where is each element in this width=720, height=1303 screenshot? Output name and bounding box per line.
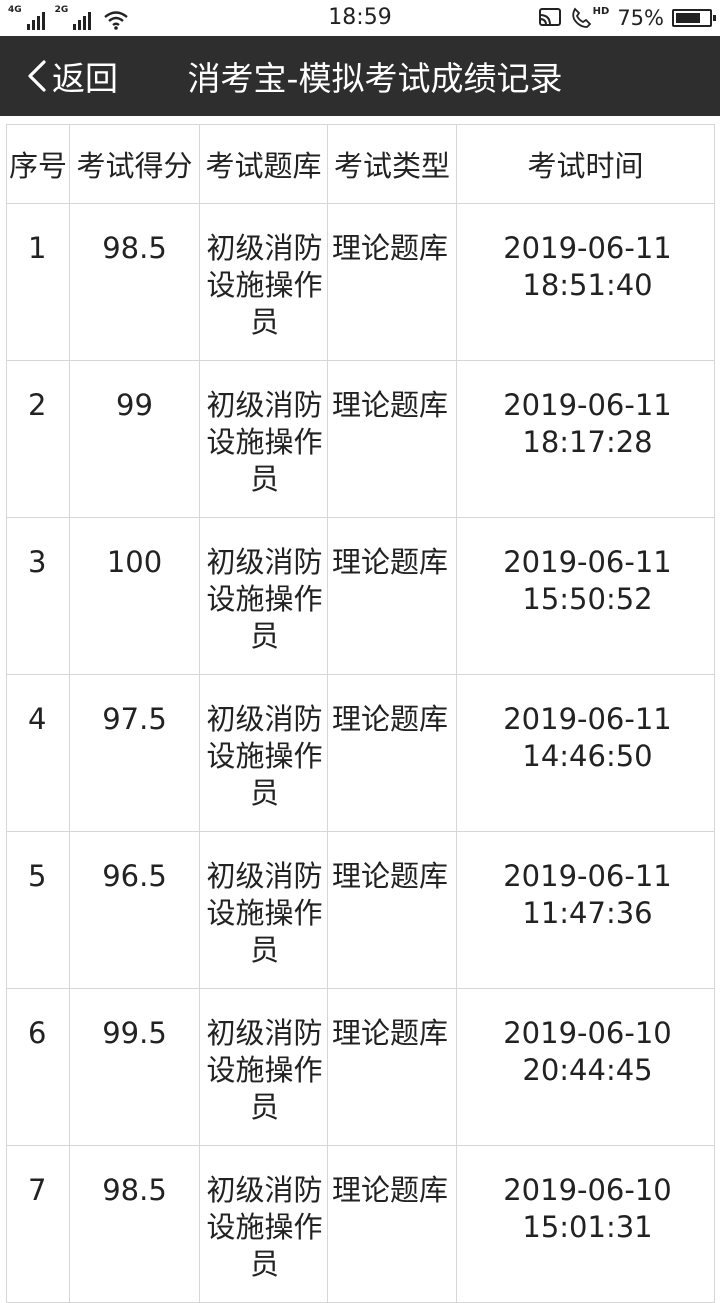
table-row[interactable]: 1 98.5 初级消防设施操作员 理论题库 2019-06-11 18:51:40 xyxy=(6,203,715,361)
cell-time: 2019-06-10 20:44:45 xyxy=(456,988,715,1146)
cell-clock: 14:46:50 xyxy=(522,739,653,773)
cell-bank: 初级消防设施操作员 xyxy=(199,988,328,1146)
cell-clock: 15:50:52 xyxy=(522,582,653,616)
cell-score: 96.5 xyxy=(69,831,200,989)
cell-bank: 初级消防设施操作员 xyxy=(199,203,328,361)
cell-type: 理论题库 xyxy=(327,1145,457,1303)
cell-time: 2019-06-10 15:01:31 xyxy=(456,1145,715,1303)
cell-score: 99 xyxy=(69,360,200,518)
cell-bank: 初级消防设施操作员 xyxy=(199,1145,328,1303)
cell-date: 2019-06-11 xyxy=(503,388,672,422)
cell-date: 2019-06-11 xyxy=(503,231,672,265)
table-row[interactable]: 6 99.5 初级消防设施操作员 理论题库 2019-06-10 20:44:45 xyxy=(6,988,715,1146)
cell-type: 理论题库 xyxy=(327,203,457,361)
cell-type: 理论题库 xyxy=(327,831,457,989)
header-score: 考试得分 xyxy=(69,124,200,204)
cell-date: 2019-06-10 xyxy=(503,1173,672,1207)
cell-index: 2 xyxy=(6,360,70,518)
cell-type: 理论题库 xyxy=(327,674,457,832)
cell-score: 99.5 xyxy=(69,988,200,1146)
page-title: 消考宝-模拟考试成绩记录 xyxy=(187,59,563,98)
header-bank: 考试题库 xyxy=(199,124,328,204)
cell-clock: 15:01:31 xyxy=(522,1210,653,1244)
status-bar: 4G 2G 18:59 HD 75% xyxy=(0,0,720,36)
status-right: HD 75% xyxy=(538,5,716,31)
table-row[interactable]: 2 99 初级消防设施操作员 理论题库 2019-06-11 18:17:28 xyxy=(6,360,715,518)
phone-icon xyxy=(571,7,591,28)
cell-score: 97.5 xyxy=(69,674,200,832)
cell-clock: 11:47:36 xyxy=(522,896,653,930)
cell-type: 理论题库 xyxy=(327,988,457,1146)
cell-type: 理论题库 xyxy=(327,517,457,675)
cell-date: 2019-06-11 xyxy=(503,859,672,893)
cell-index: 1 xyxy=(6,203,70,361)
cell-index: 7 xyxy=(6,1145,70,1303)
hd-call-indicator: HD xyxy=(570,6,610,29)
exam-records-table: 序号 考试得分 考试题库 考试类型 考试时间 1 98.5 初级消防设施操作员 … xyxy=(6,124,715,1303)
cell-bank: 初级消防设施操作员 xyxy=(199,674,328,832)
cell-time: 2019-06-11 18:17:28 xyxy=(456,360,715,518)
cell-index: 4 xyxy=(6,674,70,832)
header-time: 考试时间 xyxy=(456,124,715,204)
table-row[interactable]: 5 96.5 初级消防设施操作员 理论题库 2019-06-11 11:47:36 xyxy=(6,831,715,989)
cell-time: 2019-06-11 15:50:52 xyxy=(456,517,715,675)
cell-index: 5 xyxy=(6,831,70,989)
cast-icon xyxy=(538,8,561,26)
nav-bar: 返回 消考宝-模拟考试成绩记录 xyxy=(0,36,720,116)
cell-clock: 20:44:45 xyxy=(522,1053,653,1087)
header-type: 考试类型 xyxy=(327,124,457,204)
cell-score: 100 xyxy=(69,517,200,675)
cell-date: 2019-06-11 xyxy=(503,545,672,579)
cell-bank: 初级消防设施操作员 xyxy=(199,517,328,675)
cell-clock: 18:17:28 xyxy=(522,425,653,459)
table-row[interactable]: 7 98.5 初级消防设施操作员 理论题库 2019-06-10 15:01:31 xyxy=(6,1145,715,1303)
cell-time: 2019-06-11 14:46:50 xyxy=(456,674,715,832)
table-header-row: 序号 考试得分 考试题库 考试类型 考试时间 xyxy=(6,124,715,204)
cell-date: 2019-06-10 xyxy=(503,1016,672,1050)
cell-index: 3 xyxy=(6,517,70,675)
cell-bank: 初级消防设施操作员 xyxy=(199,831,328,989)
table-row[interactable]: 3 100 初级消防设施操作员 理论题库 2019-06-11 15:50:52 xyxy=(6,517,715,675)
cell-type: 理论题库 xyxy=(327,360,457,518)
hd-label: HD xyxy=(592,6,610,17)
battery-icon xyxy=(672,9,716,27)
cell-date: 2019-06-11 xyxy=(503,702,672,736)
cell-index: 6 xyxy=(6,988,70,1146)
header-index: 序号 xyxy=(6,124,70,204)
cell-score: 98.5 xyxy=(69,1145,200,1303)
table-row[interactable]: 4 97.5 初级消防设施操作员 理论题库 2019-06-11 14:46:50 xyxy=(6,674,715,832)
cell-time: 2019-06-11 11:47:36 xyxy=(456,831,715,989)
battery-percent: 75% xyxy=(617,6,664,30)
cell-score: 98.5 xyxy=(69,203,200,361)
cell-time: 2019-06-11 18:51:40 xyxy=(456,203,715,361)
cell-clock: 18:51:40 xyxy=(522,268,653,302)
cell-bank: 初级消防设施操作员 xyxy=(199,360,328,518)
